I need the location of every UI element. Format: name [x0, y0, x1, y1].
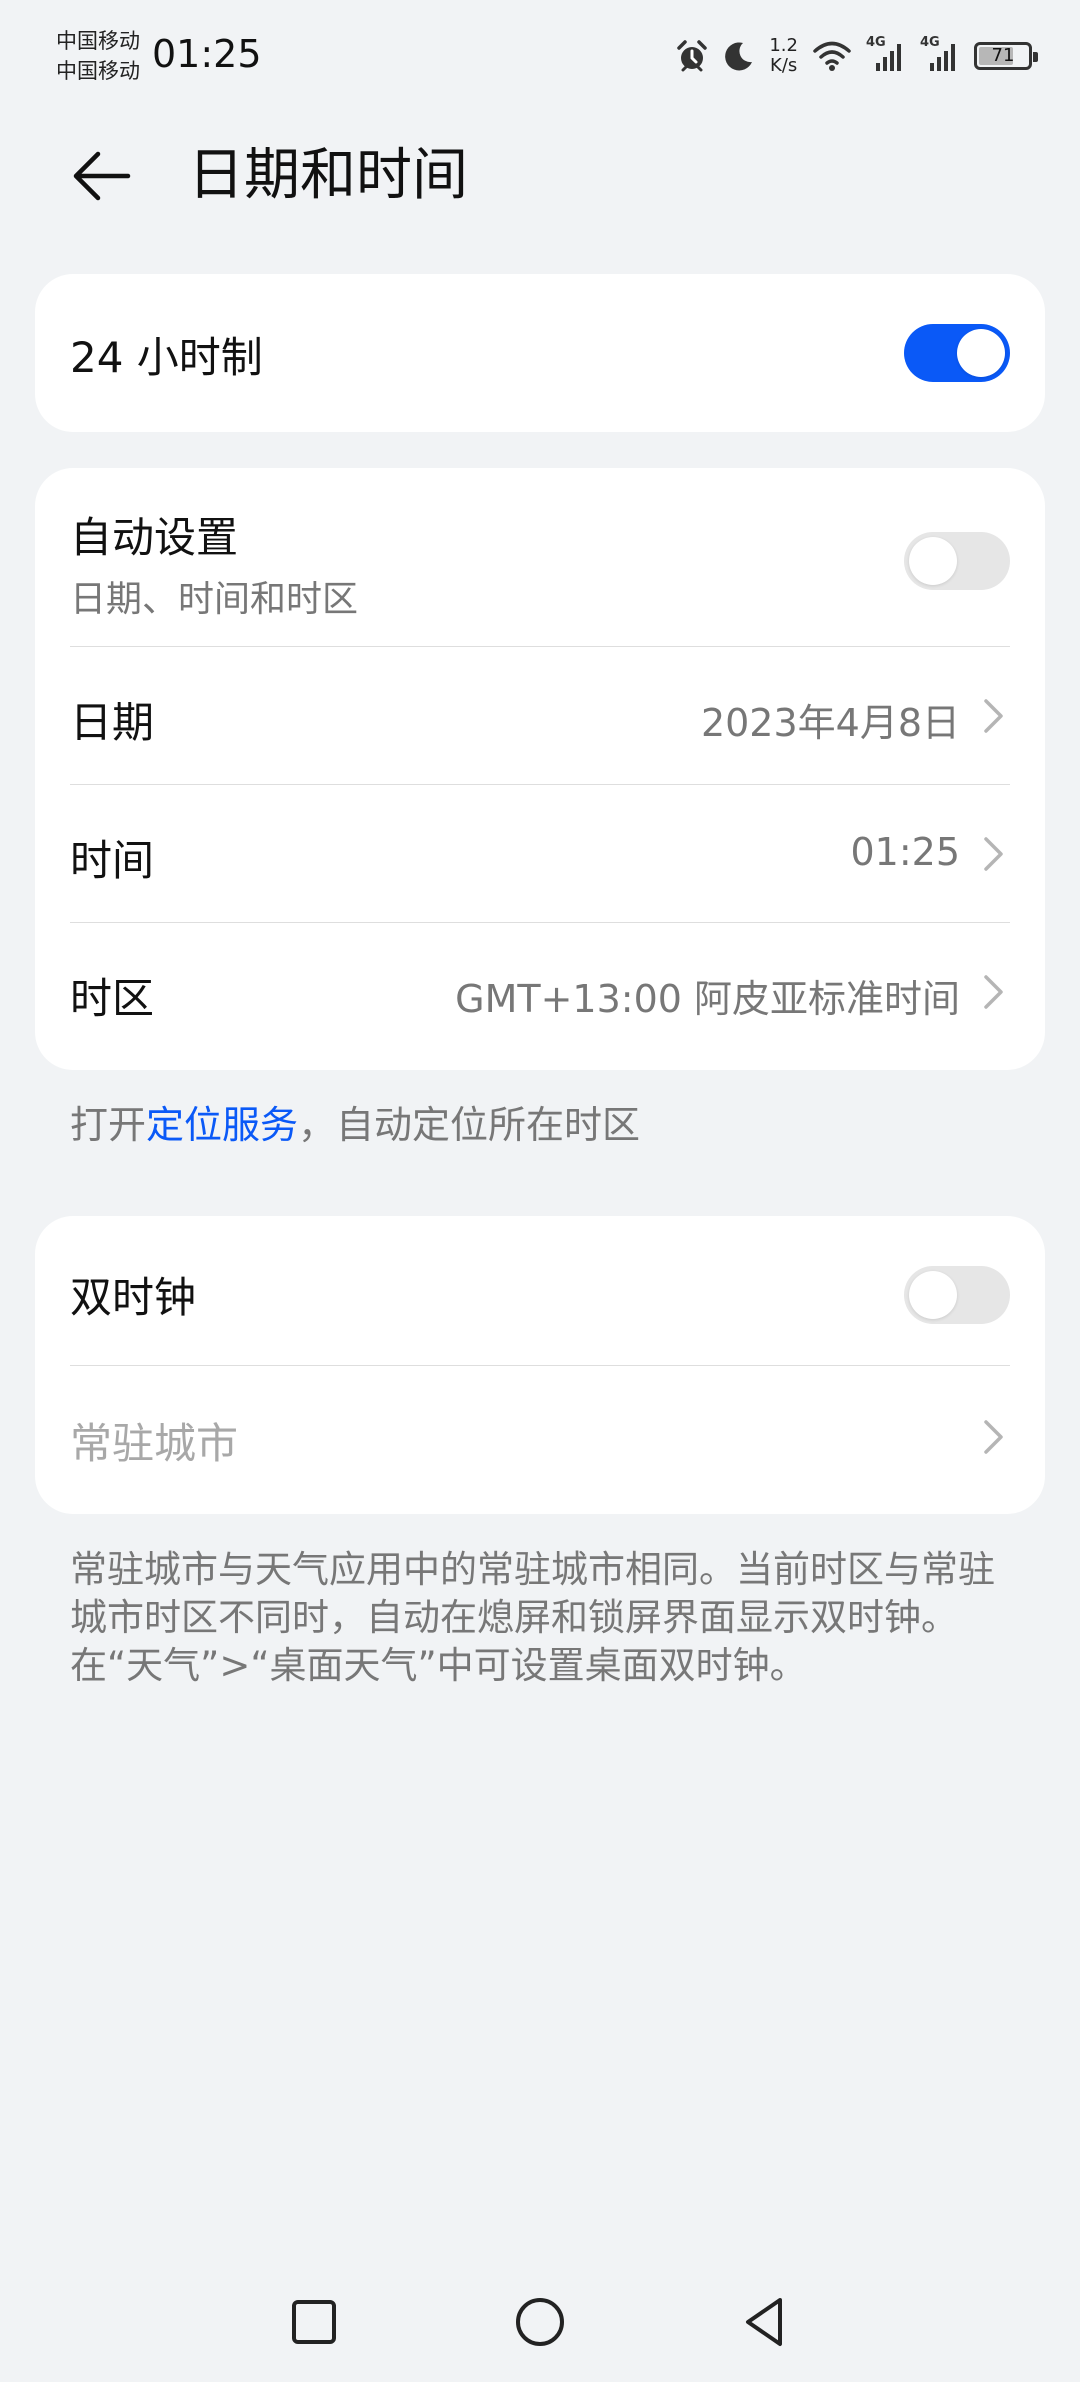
timezone-label: 时区: [70, 974, 155, 1023]
battery-level: 71: [991, 45, 1015, 66]
back-button[interactable]: [60, 134, 144, 218]
toggle-knob: [909, 537, 957, 585]
signal-bars-icon: [930, 44, 955, 71]
chevron-right-icon: [984, 975, 1003, 1009]
location-hint: 打开定位服务，自动定位所在时区: [70, 1094, 640, 1149]
carrier-2: 中国移动: [56, 59, 140, 83]
hour24-label: 24 小时制: [70, 333, 263, 382]
network-speed-value: 1.2: [769, 35, 798, 56]
location-service-link[interactable]: 定位服务: [146, 1103, 298, 1147]
timezone-row[interactable]: 时区 GMT+13:00 阿皮亚标准时间: [70, 923, 1010, 1070]
recent-apps-button[interactable]: [274, 2282, 354, 2362]
status-clock: 01:25: [152, 32, 262, 76]
status-bar: 中国移动 中国移动 01:25 1.2 K/s 4G 4G 71: [0, 0, 1080, 116]
auto-set-subtitle: 日期、时间和时区: [70, 579, 359, 620]
status-icons: 1.2 K/s 4G 4G 71: [675, 34, 1038, 78]
battery-icon: 71: [974, 42, 1038, 70]
time-format-card: 24 小时制: [35, 274, 1045, 432]
auto-set-label: 自动设置: [70, 513, 239, 562]
back-nav-button[interactable]: [724, 2282, 804, 2362]
header: 日期和时间: [0, 116, 1080, 226]
time-value: 01:25: [850, 830, 960, 874]
auto-set-toggle[interactable]: [904, 532, 1010, 590]
datetime-card: 自动设置 日期、时间和时区 日期 2023年4月8日 时间 01:25 时区 G…: [35, 468, 1045, 1070]
location-hint-prefix: 打开: [70, 1103, 147, 1147]
cell-signal-2: 4G: [920, 35, 960, 73]
toggle-knob: [957, 329, 1005, 377]
home-button[interactable]: [500, 2282, 580, 2362]
dual-clock-row[interactable]: 双时钟: [70, 1216, 1010, 1365]
network-speed: 1.2 K/s: [769, 36, 798, 76]
wifi-icon: [813, 41, 851, 71]
chevron-right-icon: [984, 837, 1003, 871]
hour24-toggle[interactable]: [904, 324, 1010, 382]
home-city-label: 常驻城市: [70, 1419, 239, 1468]
carrier-info: 中国移动 中国移动: [56, 26, 140, 86]
dual-clock-label: 双时钟: [70, 1273, 197, 1322]
location-hint-suffix: ，自动定位所在时区: [298, 1103, 641, 1147]
auto-set-row[interactable]: 自动设置 日期、时间和时区: [70, 468, 1010, 646]
arrow-left-icon: [73, 151, 131, 201]
dual-clock-card: 双时钟 常驻城市: [35, 1216, 1045, 1514]
time-label: 时间: [70, 836, 155, 885]
dual-clock-toggle[interactable]: [904, 1266, 1010, 1324]
page-title: 日期和时间: [188, 143, 468, 208]
signal-bars-icon: [876, 44, 901, 71]
circle-icon: [516, 2298, 564, 2346]
triangle-back-icon: [746, 2298, 782, 2346]
cell-signal-1: 4G: [866, 35, 906, 73]
square-icon: [292, 2300, 336, 2344]
date-value: 2023年4月8日: [700, 701, 960, 745]
time-row[interactable]: 时间 01:25: [70, 785, 1010, 922]
date-label: 日期: [70, 698, 155, 747]
dual-clock-footnote: 常驻城市与天气应用中的常驻城市相同。当前时区与常驻城市时区不同时，自动在熄屏和锁…: [70, 1548, 995, 1687]
carrier-1: 中国移动: [56, 29, 140, 53]
timezone-value: GMT+13:00 阿皮亚标准时间: [455, 977, 960, 1021]
do-not-disturb-moon-icon: [725, 42, 753, 71]
network-speed-unit: K/s: [770, 55, 798, 76]
chevron-right-icon: [984, 699, 1003, 733]
hour24-row[interactable]: 24 小时制: [70, 274, 1010, 432]
chevron-right-icon: [984, 1420, 1003, 1454]
navigation-bar: [0, 2270, 1080, 2382]
toggle-knob: [909, 1271, 957, 1319]
alarm-icon: [677, 40, 708, 72]
date-row[interactable]: 日期 2023年4月8日: [70, 647, 1010, 784]
home-city-row[interactable]: 常驻城市: [70, 1366, 1010, 1514]
